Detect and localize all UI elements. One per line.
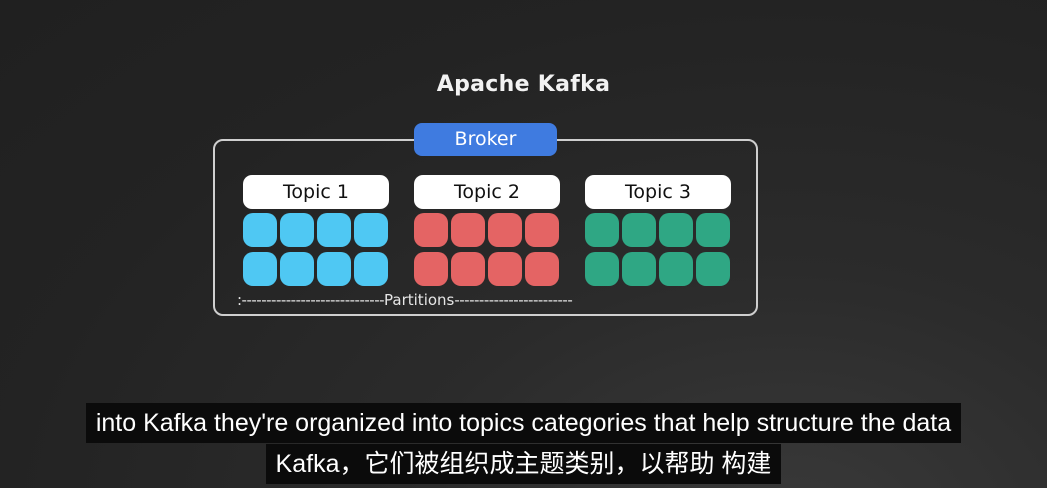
subtitle-line-2: Kafka，它们被组织成主题类别，以帮助 构建	[0, 444, 1047, 484]
partition-block	[414, 213, 448, 247]
partition-block	[451, 213, 485, 247]
partition-block	[488, 213, 522, 247]
partitions-dashes-right: ------------------------	[454, 291, 573, 309]
partition-block	[659, 252, 693, 286]
partition-block	[622, 213, 656, 247]
partitions-label: Partitions	[384, 291, 455, 309]
partitions-axis: :-----------------------------Partitions…	[237, 291, 707, 309]
subtitle-text-chinese: Kafka，它们被组织成主题类别，以帮助 构建	[265, 444, 782, 484]
partition-grid	[243, 213, 389, 286]
topic-label: Topic 1	[243, 175, 389, 209]
topic-group-1: Topic 1	[243, 175, 389, 286]
partition-block	[280, 252, 314, 286]
diagram-title: Apache Kafka	[436, 72, 611, 97]
video-frame: Apache Kafka Broker Topic 1 Topic 2 Topi…	[0, 0, 1047, 488]
partition-block	[622, 252, 656, 286]
partition-block	[525, 213, 559, 247]
subtitle-line-1: into Kafka they're organized into topics…	[0, 403, 1047, 443]
partition-block	[243, 252, 277, 286]
partition-block	[243, 213, 277, 247]
partition-grid	[585, 213, 731, 286]
topic-group-2: Topic 2	[414, 175, 560, 286]
partition-block	[317, 213, 351, 247]
partition-block	[414, 252, 448, 286]
topic-group-3: Topic 3	[585, 175, 731, 286]
partition-block	[354, 252, 388, 286]
partition-block	[585, 213, 619, 247]
partition-block	[659, 213, 693, 247]
partition-block	[317, 252, 351, 286]
partition-block	[354, 213, 388, 247]
partition-grid	[414, 213, 560, 286]
partition-block	[696, 213, 730, 247]
partition-block	[525, 252, 559, 286]
partition-block	[280, 213, 314, 247]
partition-block	[696, 252, 730, 286]
broker-badge: Broker	[414, 123, 557, 156]
partition-block	[585, 252, 619, 286]
topic-label: Topic 2	[414, 175, 560, 209]
subtitle-text-english: into Kafka they're organized into topics…	[85, 403, 962, 443]
topic-label: Topic 3	[585, 175, 731, 209]
partitions-dashes-left: :-----------------------------	[237, 291, 385, 309]
partition-block	[488, 252, 522, 286]
partition-block	[451, 252, 485, 286]
